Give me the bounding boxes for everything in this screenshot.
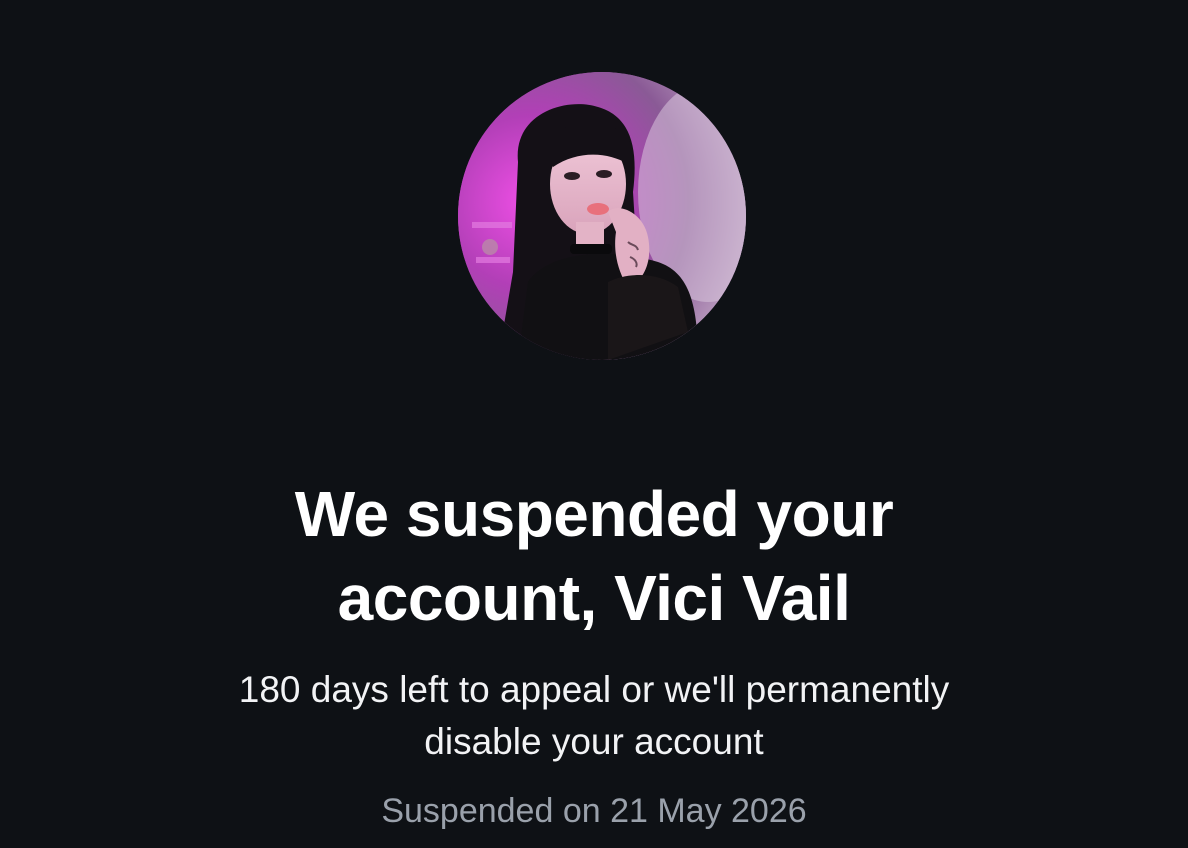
avatar — [458, 72, 746, 360]
suspension-screen: We suspended your account, Vici Vail 180… — [0, 0, 1188, 848]
avatar-image — [458, 72, 746, 360]
title-line-2: account, Vici Vail — [337, 562, 851, 634]
appeal-deadline-text: 180 days left to appeal or we'll permane… — [0, 664, 1188, 768]
title-line-1: We suspended your — [294, 478, 894, 550]
suspended-date: Suspended on 21 May 2026 — [381, 792, 807, 830]
page-title: We suspended your account, Vici Vail — [0, 472, 1188, 640]
subtitle-line-2: disable your account — [424, 721, 764, 762]
subtitle-line-1: 180 days left to appeal or we'll permane… — [238, 669, 950, 710]
